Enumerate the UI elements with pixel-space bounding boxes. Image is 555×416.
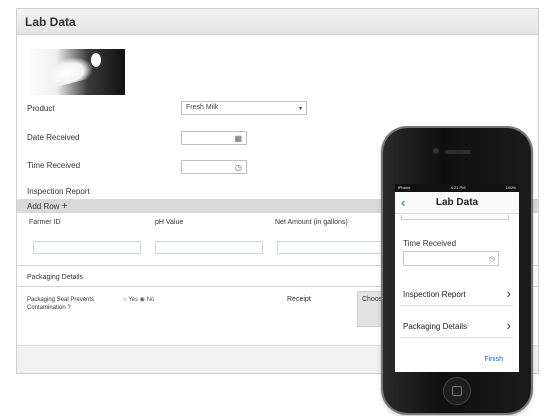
date-received-label: Date Received <box>27 133 80 142</box>
chevron-right-icon: › <box>506 286 511 301</box>
front-camera <box>433 148 439 154</box>
home-square-icon <box>452 386 462 396</box>
time-received-label: Time Received <box>27 161 81 170</box>
date-received-input[interactable]: ▦ <box>181 131 247 145</box>
earpiece-speaker <box>445 150 471 154</box>
finish-button[interactable]: Finish <box>484 356 503 363</box>
radio-no-label: No <box>146 297 155 303</box>
chevron-right-icon: › <box>506 318 511 333</box>
milk-splash-logo <box>27 49 125 95</box>
status-bar: iPhone 4:21 PM 100% <box>395 184 519 192</box>
mobile-time-received-label: Time Received <box>403 239 457 248</box>
column-header-farmer-id: Farmer ID <box>29 219 61 226</box>
status-battery: 100% <box>505 185 516 190</box>
calendar-icon[interactable]: ▦ <box>234 134 242 143</box>
mobile-nav-bar: ‹ Lab Data <box>395 192 519 214</box>
receipt-label: Receipt <box>287 296 311 303</box>
milk-drop-shape <box>91 53 101 67</box>
phone-screen: iPhone 4:21 PM 100% ‹ Lab Data Time Rece… <box>395 184 519 372</box>
select-caret-icon: ▾ <box>298 106 302 112</box>
screenshot-stage: Lab Data Product Fresh Milk ▾ Date Recei… <box>0 0 555 416</box>
milk-splash-shape <box>44 51 96 89</box>
mobile-title: Lab Data <box>435 197 479 208</box>
inspection-report-label: Inspection Report <box>27 187 90 196</box>
add-row-label: Add Row <box>27 202 60 211</box>
previous-field-stub <box>401 215 509 220</box>
packaging-details-label: Packaging Details <box>27 274 84 281</box>
mobile-row-label: Packaging Details <box>403 322 468 331</box>
mobile-time-received-input[interactable]: ◷ <box>403 251 499 266</box>
plus-icon[interactable]: + <box>62 201 68 212</box>
farmer-id-input[interactable] <box>33 241 141 254</box>
mobile-row-packaging-details[interactable]: Packaging Details › <box>401 314 513 338</box>
time-received-input[interactable]: ◷ <box>181 160 247 174</box>
mobile-row-inspection-report[interactable]: Inspection Report › <box>401 282 513 306</box>
radio-yes[interactable]: ○ Yes <box>123 297 138 303</box>
radio-yes-label: Yes <box>128 297 138 303</box>
clock-icon[interactable]: ◷ <box>235 163 242 172</box>
clock-icon[interactable]: ◷ <box>489 255 495 263</box>
status-carrier: iPhone <box>398 185 411 190</box>
packaging-seal-question: Packaging Seal Prevents Contamination ? <box>27 297 95 311</box>
product-select-value: Fresh Milk <box>186 104 219 111</box>
radio-no[interactable]: ◉ No <box>140 297 155 303</box>
product-label: Product <box>27 104 55 113</box>
column-header-net-amount: Net Amount (in gallons) <box>275 219 348 226</box>
ph-value-input[interactable] <box>155 241 263 254</box>
net-amount-input[interactable] <box>277 241 397 254</box>
form-title: Lab Data <box>17 9 538 35</box>
status-time: 4:21 PM <box>450 185 466 190</box>
packaging-seal-radio-group: ○ Yes ◉ No <box>123 296 154 303</box>
product-select[interactable]: Fresh Milk ▾ <box>181 101 307 115</box>
iphone-mockup: iPhone 4:21 PM 100% ‹ Lab Data Time Rece… <box>383 128 531 413</box>
mobile-row-label: Inspection Report <box>403 290 466 299</box>
column-header-ph-value: pH Value <box>155 219 184 226</box>
